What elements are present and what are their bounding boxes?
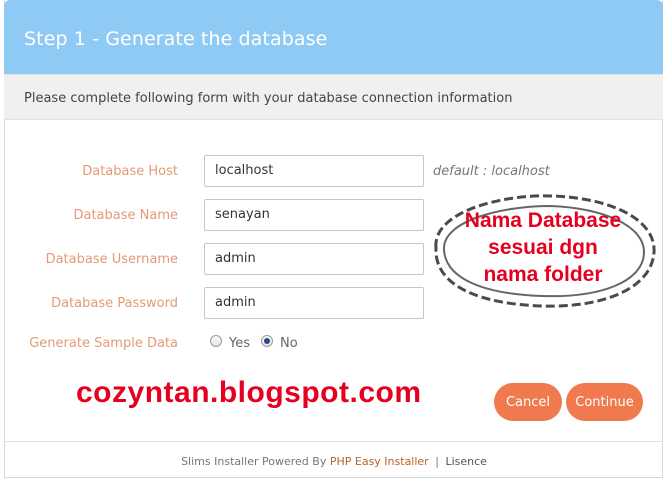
blog-watermark: cozyntan.blogspot.com	[76, 376, 422, 409]
annotation-line-3: nama folder	[483, 263, 603, 286]
sample-data-no-label[interactable]: No	[280, 336, 298, 351]
sample-data-yes-label[interactable]: Yes	[229, 336, 250, 351]
footer: Slims Installer Powered By PHP Easy Inst…	[0, 455, 668, 468]
sample-data-label: Generate Sample Data	[29, 336, 178, 351]
db-name-input[interactable]: senayan	[204, 199, 424, 231]
step-title: Step 1 - Generate the database	[24, 28, 328, 50]
php-easy-installer-link[interactable]: PHP Easy Installer	[330, 455, 429, 468]
footer-separator: |	[435, 455, 439, 468]
db-password-input[interactable]: admin	[204, 287, 424, 319]
annotation-text: Nama Database sesuai dgn nama folder	[442, 207, 644, 288]
annotation-line-1: Nama Database	[464, 209, 622, 232]
db-name-label: Database Name	[73, 208, 178, 223]
instruction-bar: Please complete following form with your…	[4, 74, 663, 120]
db-host-label: Database Host	[82, 164, 178, 179]
continue-button[interactable]: Continue	[566, 383, 643, 421]
annotation-line-2: sesuai dgn	[488, 236, 598, 259]
db-host-hint: default : localhost	[433, 164, 550, 179]
db-host-input[interactable]: localhost	[204, 155, 424, 187]
footer-prefix: Slims Installer Powered By	[181, 455, 327, 468]
footer-divider	[4, 441, 663, 442]
sample-data-yes-radio[interactable]	[210, 335, 222, 347]
sample-data-no-radio[interactable]	[261, 335, 273, 347]
step-header: Step 1 - Generate the database	[4, 0, 663, 74]
db-username-label: Database Username	[45, 252, 178, 267]
db-password-label: Database Password	[51, 296, 178, 311]
instruction-text: Please complete following form with your…	[24, 91, 513, 106]
db-username-input[interactable]: admin	[204, 243, 424, 275]
cancel-button[interactable]: Cancel	[494, 383, 562, 421]
license-link[interactable]: Lisence	[445, 455, 486, 468]
